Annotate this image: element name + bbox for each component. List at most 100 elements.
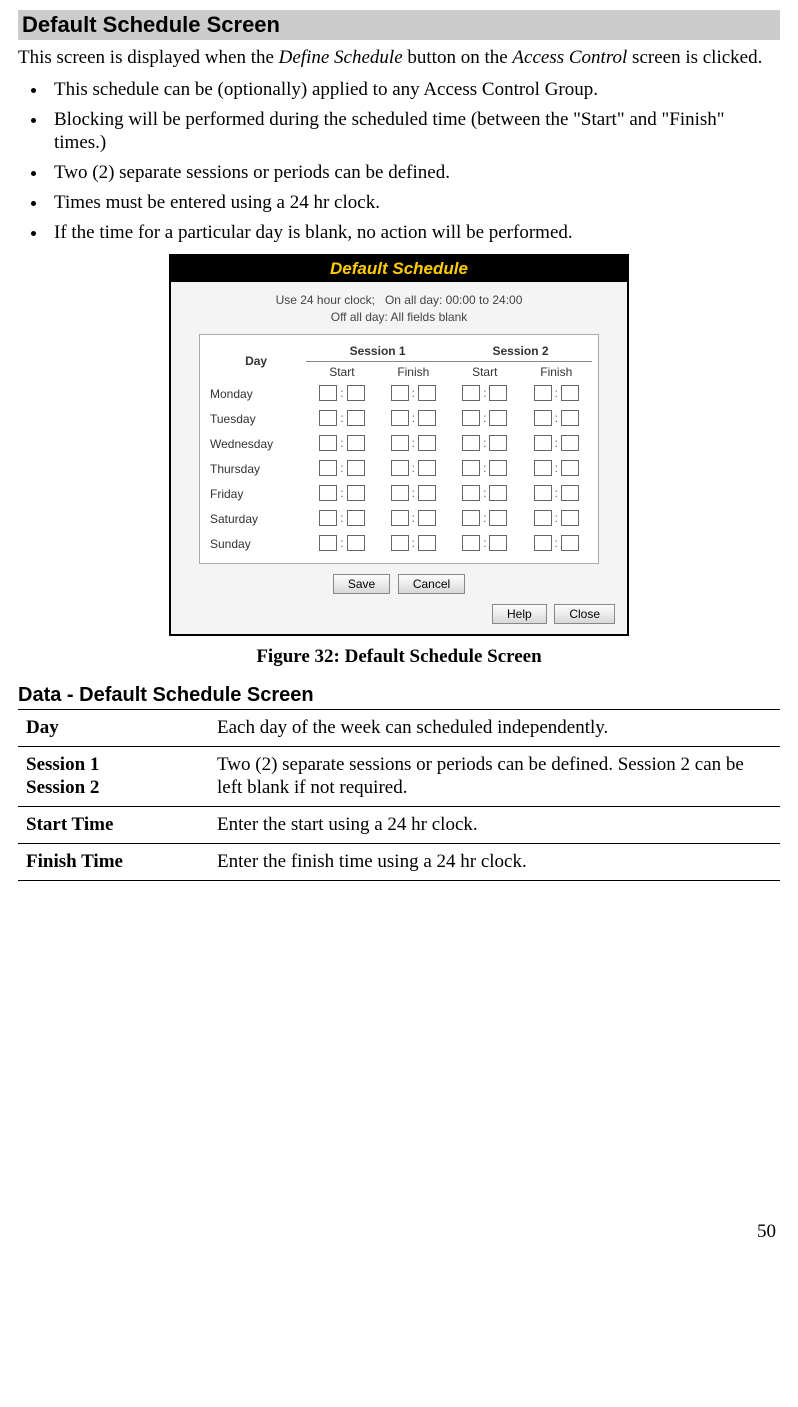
help-button[interactable]: Help: [492, 604, 547, 624]
time-input[interactable]: [489, 435, 507, 451]
time-input[interactable]: [418, 385, 436, 401]
time-input[interactable]: [391, 535, 409, 551]
time-input[interactable]: [391, 485, 409, 501]
data-value: Each day of the week can scheduled indep…: [209, 709, 780, 746]
time-input[interactable]: [462, 460, 480, 476]
day-cell: Wednesday: [206, 432, 306, 457]
time-colon: :: [339, 536, 344, 550]
day-cell: Thursday: [206, 457, 306, 482]
figure-button-row-2: Help Close: [171, 604, 627, 634]
time-input[interactable]: [561, 485, 579, 501]
time-input[interactable]: [418, 460, 436, 476]
data-table: DayEach day of the week can scheduled in…: [18, 709, 780, 881]
schedule-table: Day Session 1 Session 2 Start Finish Sta…: [206, 341, 592, 557]
figure-caption: Figure 32: Default Schedule Screen: [18, 646, 780, 668]
close-button[interactable]: Close: [554, 604, 615, 624]
time-input[interactable]: [534, 410, 552, 426]
time-input[interactable]: [347, 510, 365, 526]
time-colon: :: [482, 436, 487, 450]
time-input[interactable]: [418, 510, 436, 526]
time-colon: :: [482, 386, 487, 400]
time-input[interactable]: [489, 385, 507, 401]
time-input[interactable]: [347, 435, 365, 451]
time-input[interactable]: [347, 410, 365, 426]
data-value: Enter the start using a 24 hr clock.: [209, 807, 780, 844]
figure-button-row-1: Save Cancel: [171, 564, 627, 604]
time-input[interactable]: [534, 460, 552, 476]
time-input[interactable]: [391, 435, 409, 451]
time-input[interactable]: [319, 510, 337, 526]
intro-em1: Define Schedule: [279, 47, 403, 68]
time-input[interactable]: [418, 535, 436, 551]
schedule-row: Friday::::: [206, 482, 592, 507]
time-colon: :: [482, 511, 487, 525]
time-input[interactable]: [418, 435, 436, 451]
figure-instr-line2: Off all day: All fields blank: [171, 309, 627, 326]
time-input[interactable]: [391, 460, 409, 476]
header-finish: Finish: [521, 361, 593, 382]
time-colon: :: [411, 436, 416, 450]
time-input[interactable]: [489, 535, 507, 551]
time-input[interactable]: [489, 410, 507, 426]
time-input[interactable]: [534, 485, 552, 501]
time-colon: :: [554, 386, 559, 400]
time-input[interactable]: [347, 485, 365, 501]
time-input[interactable]: [534, 385, 552, 401]
time-input[interactable]: [561, 460, 579, 476]
time-input[interactable]: [462, 535, 480, 551]
time-input[interactable]: [534, 535, 552, 551]
time-input[interactable]: [391, 385, 409, 401]
time-colon: :: [411, 411, 416, 425]
time-input[interactable]: [347, 385, 365, 401]
time-colon: :: [411, 461, 416, 475]
time-input[interactable]: [418, 485, 436, 501]
time-input[interactable]: [319, 435, 337, 451]
time-colon: :: [482, 486, 487, 500]
time-colon: :: [339, 411, 344, 425]
time-input[interactable]: [534, 435, 552, 451]
intro-pre: This screen is displayed when the: [18, 47, 279, 68]
time-input[interactable]: [391, 510, 409, 526]
time-input[interactable]: [489, 510, 507, 526]
save-button[interactable]: Save: [333, 574, 390, 594]
time-input[interactable]: [462, 435, 480, 451]
time-input[interactable]: [418, 410, 436, 426]
time-colon: :: [339, 461, 344, 475]
cancel-button[interactable]: Cancel: [398, 574, 465, 594]
time-input[interactable]: [347, 460, 365, 476]
day-cell: Saturday: [206, 507, 306, 532]
time-input[interactable]: [561, 510, 579, 526]
bullet-list: This schedule can be (optionally) applie…: [18, 78, 780, 245]
page-number: 50: [18, 1221, 780, 1243]
subsection-title: Data - Default Schedule Screen: [18, 684, 780, 707]
time-input[interactable]: [347, 535, 365, 551]
time-input[interactable]: [462, 385, 480, 401]
time-input[interactable]: [462, 510, 480, 526]
time-input[interactable]: [462, 410, 480, 426]
time-input[interactable]: [489, 485, 507, 501]
time-input[interactable]: [319, 535, 337, 551]
figure-instr-line1: Use 24 hour clock; On all day: 00:00 to …: [171, 292, 627, 309]
intro-em2: Access Control: [512, 47, 627, 68]
data-value: Enter the finish time using a 24 hr cloc…: [209, 843, 780, 880]
time-input[interactable]: [561, 535, 579, 551]
data-value: Two (2) separate sessions or periods can…: [209, 746, 780, 807]
time-input[interactable]: [561, 435, 579, 451]
time-input[interactable]: [489, 460, 507, 476]
time-input[interactable]: [561, 410, 579, 426]
time-colon: :: [554, 486, 559, 500]
time-colon: :: [411, 511, 416, 525]
time-input[interactable]: [534, 510, 552, 526]
time-input[interactable]: [319, 385, 337, 401]
data-row: DayEach day of the week can scheduled in…: [18, 709, 780, 746]
time-input[interactable]: [561, 385, 579, 401]
time-input[interactable]: [319, 410, 337, 426]
schedule-row: Thursday::::: [206, 457, 592, 482]
time-colon: :: [411, 536, 416, 550]
figure-wrap: Default Schedule Use 24 hour clock; On a…: [18, 254, 780, 636]
time-input[interactable]: [319, 485, 337, 501]
time-input[interactable]: [462, 485, 480, 501]
time-input[interactable]: [391, 410, 409, 426]
schedule-row: Saturday::::: [206, 507, 592, 532]
time-input[interactable]: [319, 460, 337, 476]
